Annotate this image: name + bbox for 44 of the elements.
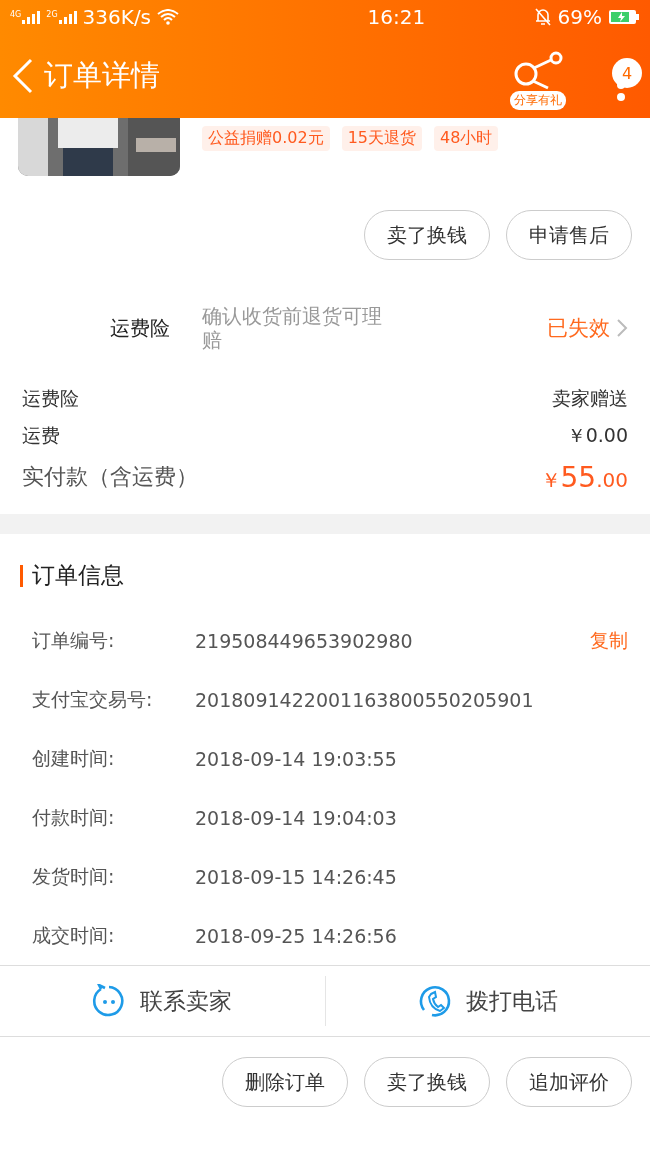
smiley-chat-icon[interactable] — [92, 984, 127, 1018]
info-label: 订单编号: — [32, 627, 116, 653]
chevron-right-icon[interactable] — [616, 318, 628, 338]
battery-icon — [608, 9, 640, 25]
info-label: 发货时间: — [32, 863, 116, 889]
action-button[interactable]: 卖了换钱 — [364, 1057, 490, 1107]
fee-label: 运费 — [22, 422, 60, 448]
info-label: 付款时间: — [32, 804, 116, 830]
contact-button[interactable]: 拨打电话 — [465, 985, 558, 1017]
back-icon[interactable] — [12, 58, 34, 94]
contact-button[interactable]: 联系卖家 — [140, 985, 233, 1017]
network-speed: 336K/s — [82, 5, 152, 29]
info-value: 2018-09-14 19:04:03 — [195, 805, 398, 830]
info-value: 2018091422001163800550205901 — [195, 687, 535, 712]
info-value: 2018-09-14 19:03:55 — [195, 746, 398, 771]
info-value: 219508449653902980 — [195, 628, 414, 653]
action-button[interactable]: 删除订单 — [222, 1057, 348, 1107]
status-time: 16:21 — [367, 5, 426, 29]
insurance-description: 确认收货前退货可理赔 — [202, 304, 383, 352]
section-title: 订单信息 — [32, 561, 124, 590]
page-title: 订单详情 — [44, 57, 161, 94]
info-value: 2018-09-25 14:26:56 — [195, 923, 398, 948]
share-icon[interactable] — [512, 50, 564, 90]
fee-label: 实付款（含运费） — [22, 463, 198, 491]
wifi-icon — [157, 9, 180, 25]
action-button[interactable]: 申请售后 — [506, 210, 632, 260]
bell-muted-icon — [533, 7, 552, 27]
insurance-label: 运费险 — [110, 314, 171, 342]
fee-value: ￥0.00 — [566, 422, 628, 448]
notification-badge: 4 — [612, 58, 642, 88]
fee-label: 运费险 — [22, 385, 79, 411]
service-tag: 15天退货 — [341, 126, 422, 151]
fee-value: 卖家赠送 — [552, 385, 628, 411]
action-button[interactable]: 卖了换钱 — [364, 210, 490, 260]
info-label: 创建时间: — [32, 745, 116, 771]
total-amount: ￥55.00 — [540, 460, 628, 494]
action-button[interactable]: 追加评价 — [506, 1057, 632, 1107]
phone-icon[interactable] — [417, 984, 452, 1018]
info-label: 成交时间: — [32, 922, 116, 948]
info-label: 支付宝交易号: — [32, 686, 154, 712]
info-value: 2018-09-15 14:26:45 — [195, 864, 398, 889]
battery-percent: 69% — [557, 5, 602, 29]
service-tag: 48小时 — [434, 126, 499, 151]
service-tag: 公益捐赠0.02元 — [202, 126, 330, 151]
